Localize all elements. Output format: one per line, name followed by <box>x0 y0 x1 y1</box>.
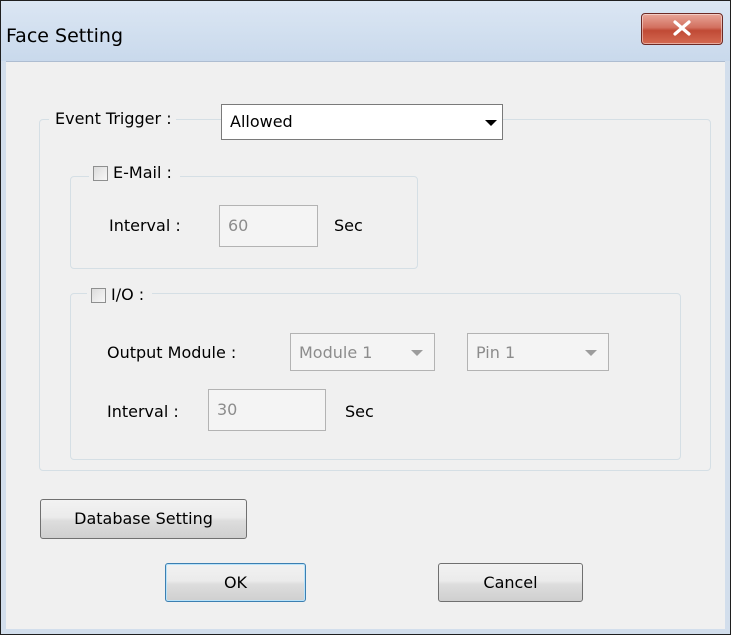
window-frame-left <box>1 61 6 634</box>
io-legend: I/O : <box>87 285 153 305</box>
event-trigger-value: Allowed <box>230 112 293 131</box>
cancel-button[interactable]: Cancel <box>438 563 583 602</box>
dropdown-arrow-icon <box>585 350 597 356</box>
email-checkbox[interactable] <box>93 165 108 181</box>
title-bar[interactable]: Face Setting <box>1 1 730 62</box>
output-module-label: Output Module : <box>107 343 237 362</box>
io-label: I/O : <box>111 285 145 304</box>
io-checkbox[interactable] <box>91 287 106 303</box>
event-trigger-select[interactable]: Allowed <box>221 104 503 140</box>
email-interval-unit: Sec <box>334 216 363 235</box>
pin-select[interactable]: Pin 1 <box>467 333 609 371</box>
window-frame-right <box>725 61 730 634</box>
close-button[interactable] <box>641 13 723 45</box>
io-group <box>70 293 681 460</box>
database-setting-button[interactable]: Database Setting <box>40 499 247 539</box>
dropdown-arrow-icon <box>485 120 497 126</box>
window-frame-bottom <box>1 629 730 634</box>
dropdown-arrow-icon <box>411 350 423 356</box>
io-interval-unit: Sec <box>345 402 374 421</box>
ok-button[interactable]: OK <box>165 563 306 602</box>
close-x-icon <box>673 20 691 36</box>
email-interval-label: Interval : <box>109 216 181 235</box>
module-select[interactable]: Module 1 <box>290 333 435 371</box>
module-select-value: Module 1 <box>299 343 373 362</box>
event-trigger-label: Event Trigger : <box>49 109 176 129</box>
face-setting-dialog: Face Setting Event Trigger : Allowed E-M… <box>0 0 731 635</box>
io-interval-input[interactable]: 30 <box>208 389 326 431</box>
email-label: E-Mail : <box>113 163 172 182</box>
io-interval-label: Interval : <box>107 402 179 421</box>
pin-select-value: Pin 1 <box>476 343 516 362</box>
email-legend: E-Mail : <box>89 163 180 183</box>
window-title: Face Setting <box>6 25 124 47</box>
email-interval-input[interactable]: 60 <box>219 205 318 247</box>
